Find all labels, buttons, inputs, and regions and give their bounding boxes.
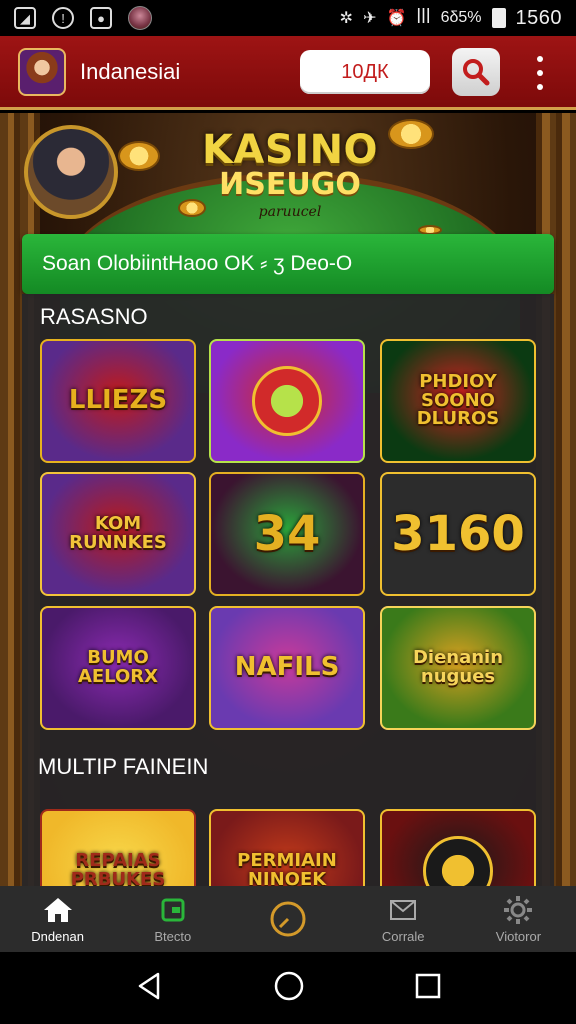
promo-banner[interactable]: Soan OlobiintHaoo OK ⸗ ʒ Deo-O	[22, 234, 554, 294]
more-menu-button[interactable]	[528, 56, 552, 90]
alarm-icon: ⏰	[386, 10, 407, 27]
app-logo[interactable]	[18, 47, 66, 96]
dealer-avatar	[24, 125, 118, 219]
game-tile-title: KOM RUNNKES	[69, 513, 167, 553]
home-circle-icon[interactable]	[273, 970, 305, 1007]
game-tile[interactable]: KOM RUNNKES	[40, 472, 196, 596]
system-navigation	[0, 952, 576, 1024]
game-tile[interactable]: PHDIOY SOONO DLUROS	[380, 339, 536, 463]
airplane-icon: ✈	[363, 10, 377, 27]
bluetooth-icon: ✲	[339, 10, 354, 27]
nav-item-history[interactable]	[230, 886, 345, 952]
nav-label: Corrale	[381, 928, 425, 944]
game-tile[interactable]: BUMO AELORX	[40, 606, 196, 730]
battery-icon	[491, 8, 506, 28]
home-icon	[42, 895, 74, 925]
game-tile[interactable]: LLIEZS	[40, 339, 196, 463]
nav-item-home[interactable]: Dndenan	[0, 886, 115, 952]
status-bar: ◢ ! ● ✲ ✈ ⏰ ꟾꟾꟾ 6δ5% 1560	[0, 0, 576, 36]
hero-title: KASINO ИSEUGO paruucel	[201, 127, 379, 220]
nav-item-messages[interactable]: Corrale	[346, 886, 461, 952]
search-button[interactable]	[452, 48, 500, 96]
chat-icon: ●	[90, 7, 112, 29]
shield-icon: !	[52, 7, 74, 29]
main-content[interactable]: KASINO ИSEUGO paruucel Soan OlobiintHaoo…	[0, 113, 576, 886]
nav-label: Viotoror	[495, 928, 542, 944]
game-tile-title: REPAIAS PRBUKES	[70, 850, 166, 886]
image-icon: ◢	[14, 7, 36, 29]
avatar	[128, 6, 152, 30]
nav-item-wallet[interactable]: Btecto	[115, 886, 230, 952]
wallet-icon	[160, 895, 186, 925]
battery-percent: 6δ5%	[440, 9, 482, 26]
nav-label: Dndenan	[31, 928, 84, 944]
search-icon	[463, 59, 490, 86]
nav-item-settings[interactable]: Viotoror	[461, 886, 576, 952]
app-title: Indanesiai	[80, 58, 181, 84]
bottom-navigation: Dndenan Btecto Corrale Viotoror	[0, 886, 576, 952]
balance-button[interactable]: 10ДК	[300, 50, 430, 94]
game-tile-title: NAFILS	[234, 652, 340, 683]
nav-label: Btecto	[154, 928, 192, 944]
game-tile[interactable]: 34	[209, 472, 365, 596]
section-title: MULTIP FAINEIN	[38, 754, 209, 779]
gear-icon	[501, 895, 535, 925]
game-tile[interactable]: Dienanin nugues	[380, 606, 536, 730]
mail-icon	[389, 895, 417, 925]
section-title: RASASNO	[40, 304, 148, 329]
game-tile[interactable]: NAFILS	[209, 606, 365, 730]
games-panel: RASASNO LLIEZS PHDIOY SOONO DLUROS KOM R…	[22, 294, 554, 886]
game-tile-title: LLIEZS	[68, 385, 168, 416]
game-tile-title: 34	[253, 505, 321, 562]
recents-icon[interactable]	[414, 972, 442, 1005]
signal-icon: ꟾꟾꟾ	[416, 10, 431, 27]
game-tile[interactable]: REPAIAS PRBUKES	[40, 809, 196, 886]
game-artwork	[252, 366, 322, 436]
game-tile[interactable]	[380, 809, 536, 886]
game-tile[interactable]: 3160	[380, 472, 536, 596]
coin-decoration	[118, 141, 160, 171]
game-tile-title: BUMO AELORX	[77, 647, 159, 687]
app-bar: Indanesiai 10ДК	[0, 36, 576, 110]
game-tile-title: Dienanin nugues	[412, 647, 504, 687]
game-artwork	[423, 836, 493, 886]
clock-icon	[268, 901, 308, 937]
game-tile-title: PERMIAIN NINOEK	[237, 850, 337, 886]
back-icon[interactable]	[134, 971, 164, 1006]
game-tile-title: PHDIOY SOONO DLUROS	[416, 370, 500, 430]
game-tile[interactable]	[209, 339, 365, 463]
game-tile-title: 3160	[391, 505, 525, 562]
game-tile[interactable]: PERMIAIN NINOEK	[209, 809, 365, 886]
clock-time: 1560	[515, 6, 562, 29]
